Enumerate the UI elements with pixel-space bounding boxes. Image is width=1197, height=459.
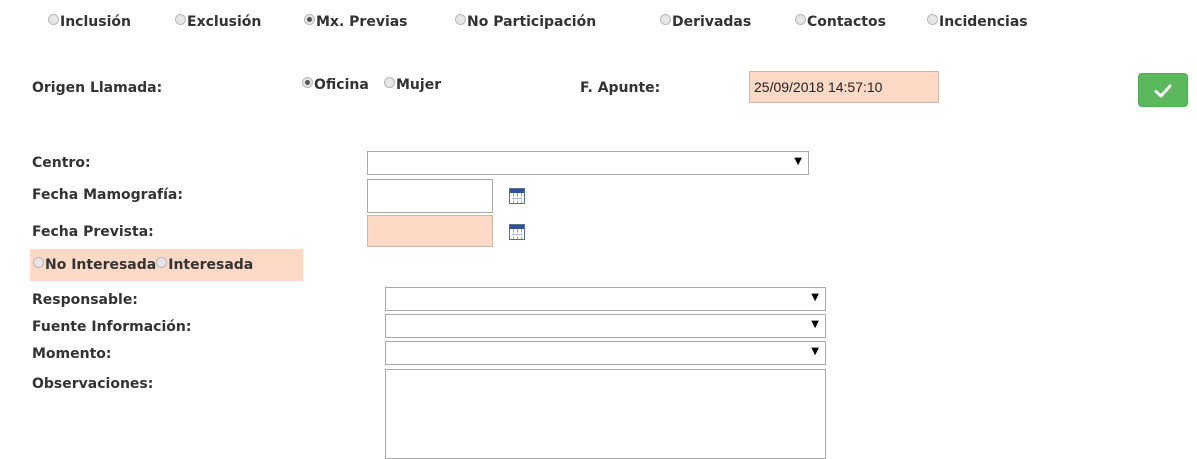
fecha-mamografia-field[interactable] [367,179,493,213]
calendar-icon[interactable] [509,224,525,240]
radio-interesada[interactable] [156,257,168,268]
tab-derivadas[interactable]: Derivadas [660,14,751,30]
responsable-select[interactable]: ▼ [385,287,826,311]
no-interesada-label: No Interesada [45,257,157,273]
radio-contactos[interactable] [795,14,806,25]
option-interesada[interactable]: Interesada [156,257,253,273]
tab-mx-previas-label: Mx. Previas [316,14,408,30]
radio-inclusion[interactable] [48,14,59,25]
momento-select[interactable]: ▼ [385,341,826,365]
radio-oficina[interactable] [302,77,313,88]
interes-group: No Interesada Interesada [30,249,303,281]
f-apunte-value: 25/09/2018 14:57:10 [754,79,883,95]
centro-select[interactable]: ▼ [367,151,809,175]
radio-mx-previas[interactable] [304,14,315,25]
radio-exclusion[interactable] [175,14,186,25]
tab-exclusion-label: Exclusión [187,14,262,30]
radio-no-participacion[interactable] [455,14,466,25]
tab-no-participacion-label: No Participación [467,14,597,30]
tab-incidencias[interactable]: Incidencias [927,14,1028,30]
radio-incidencias[interactable] [927,14,938,25]
responsable-label: Responsable: [32,292,138,308]
momento-label: Momento: [32,346,112,362]
chevron-down-icon: ▼ [811,292,819,303]
fecha-prevista-field[interactable] [367,215,493,247]
radio-derivadas[interactable] [660,14,671,25]
fuente-informacion-select[interactable]: ▼ [385,314,826,338]
centro-label: Centro: [32,155,91,171]
save-button[interactable] [1138,73,1188,107]
chevron-down-icon: ▼ [811,319,819,330]
radio-no-interesada[interactable] [33,257,44,268]
check-icon [1154,84,1172,98]
calendar-icon[interactable] [509,188,525,204]
tab-no-participacion[interactable]: No Participación [455,14,596,30]
chevron-down-icon: ▼ [811,346,819,357]
option-no-interesada[interactable]: No Interesada [33,257,156,273]
tab-inclusion[interactable]: Inclusión [48,14,131,30]
tab-mx-previas[interactable]: Mx. Previas [304,14,408,30]
tab-incidencias-label: Incidencias [939,14,1028,30]
fecha-mamografia-label: Fecha Mamografía: [32,187,183,203]
chevron-down-icon: ▼ [794,156,802,167]
tab-contactos[interactable]: Contactos [795,14,886,30]
f-apunte-field[interactable]: 25/09/2018 14:57:10 [749,71,939,103]
origen-llamada-label: Origen Llamada: [32,80,163,96]
origen-option-mujer[interactable]: Mujer [384,77,441,93]
tab-derivadas-label: Derivadas [672,14,752,30]
radio-mujer[interactable] [384,77,395,88]
fecha-prevista-label: Fecha Prevista: [32,224,154,240]
fuente-informacion-label: Fuente Información: [32,319,192,335]
observaciones-label: Observaciones: [32,376,154,392]
f-apunte-label: F. Apunte: [580,80,661,96]
origen-option-oficina[interactable]: Oficina [302,77,369,93]
tab-inclusion-label: Inclusión [60,14,131,30]
origen-oficina-label: Oficina [314,77,369,93]
origen-mujer-label: Mujer [396,77,442,93]
tab-exclusion[interactable]: Exclusión [175,14,261,30]
interesada-label: Interesada [168,257,254,273]
tab-contactos-label: Contactos [807,14,886,30]
